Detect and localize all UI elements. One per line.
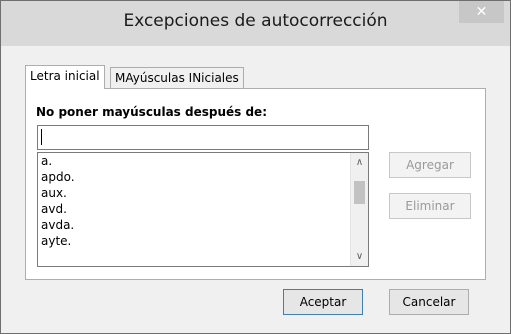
scroll-thumb[interactable]: [354, 181, 365, 204]
tab-initial-letter[interactable]: Letra inicial: [25, 65, 105, 89]
close-icon: ✕: [475, 4, 488, 20]
autocorrect-exceptions-dialog: Excepciones de autocorrección ✕ Letra in…: [0, 0, 511, 334]
exceptions-list[interactable]: a. apdo. aux. avd. avda. ayte. ∧ ∨: [37, 152, 369, 267]
list-scrollbar[interactable]: ∧ ∨: [350, 153, 368, 266]
list-item[interactable]: apdo.: [38, 169, 368, 185]
add-button[interactable]: Agregar: [389, 152, 471, 178]
dialog-body: Letra inicial MAyúsculas INiciales No po…: [9, 47, 502, 325]
cancel-button[interactable]: Cancelar: [389, 289, 469, 315]
list-item[interactable]: avd.: [38, 201, 368, 217]
tab-panel: No poner mayúsculas después de: a. apdo.…: [25, 88, 486, 280]
list-item[interactable]: ayte.: [38, 233, 368, 249]
ok-button[interactable]: Aceptar: [283, 289, 363, 315]
list-item[interactable]: aux.: [38, 185, 368, 201]
list-item[interactable]: avda.: [38, 217, 368, 233]
delete-button[interactable]: Eliminar: [389, 193, 471, 219]
text-caret: [41, 129, 42, 145]
window-title: Excepciones de autocorrección: [123, 11, 388, 31]
list-item[interactable]: a.: [38, 153, 368, 169]
chevron-up-icon[interactable]: ∧: [351, 154, 368, 171]
tab-initial-caps[interactable]: MAyúsculas INiciales: [110, 67, 244, 88]
title-bar[interactable]: Excepciones de autocorrección ✕: [1, 1, 510, 46]
chevron-down-icon[interactable]: ∨: [351, 248, 368, 265]
close-button[interactable]: ✕: [459, 1, 504, 23]
exceptions-label: No poner mayúsculas después de:: [36, 105, 267, 119]
exception-input[interactable]: [37, 125, 369, 150]
